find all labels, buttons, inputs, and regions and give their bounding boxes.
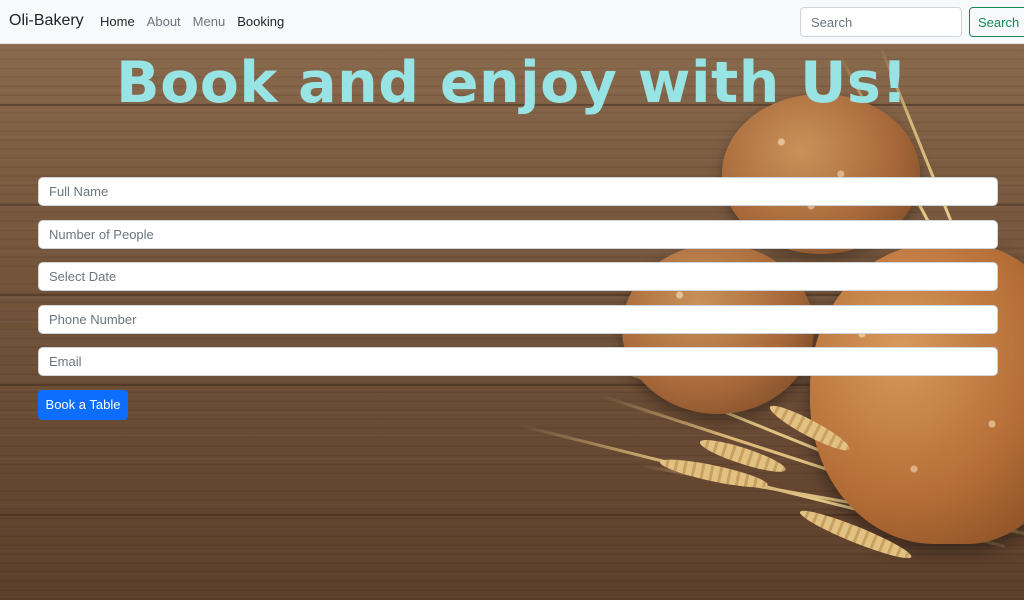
full-name-field[interactable] bbox=[38, 177, 998, 206]
top-navbar: Oli-Bakery Home About Menu Booking Searc… bbox=[0, 0, 1024, 44]
nav-link-about[interactable]: About bbox=[147, 14, 181, 29]
email-field[interactable] bbox=[38, 347, 998, 376]
search-input[interactable] bbox=[800, 7, 962, 37]
nav-link-menu[interactable]: Menu bbox=[193, 14, 226, 29]
page-headline: Book and enjoy with Us! bbox=[116, 50, 908, 116]
nav-link-booking[interactable]: Booking bbox=[237, 14, 284, 29]
phone-number-field[interactable] bbox=[38, 304, 998, 334]
nav-link-home[interactable]: Home bbox=[100, 14, 135, 29]
search-button[interactable]: Search bbox=[969, 7, 1024, 37]
brand-logo-link[interactable]: Oli-Bakery bbox=[9, 12, 84, 30]
select-date-field[interactable] bbox=[38, 262, 998, 291]
booking-form: Book a Table bbox=[38, 177, 998, 420]
number-of-people-field[interactable] bbox=[38, 219, 998, 249]
book-table-button[interactable]: Book a Table bbox=[38, 389, 128, 420]
nav-links: Home About Menu Booking bbox=[100, 14, 296, 29]
